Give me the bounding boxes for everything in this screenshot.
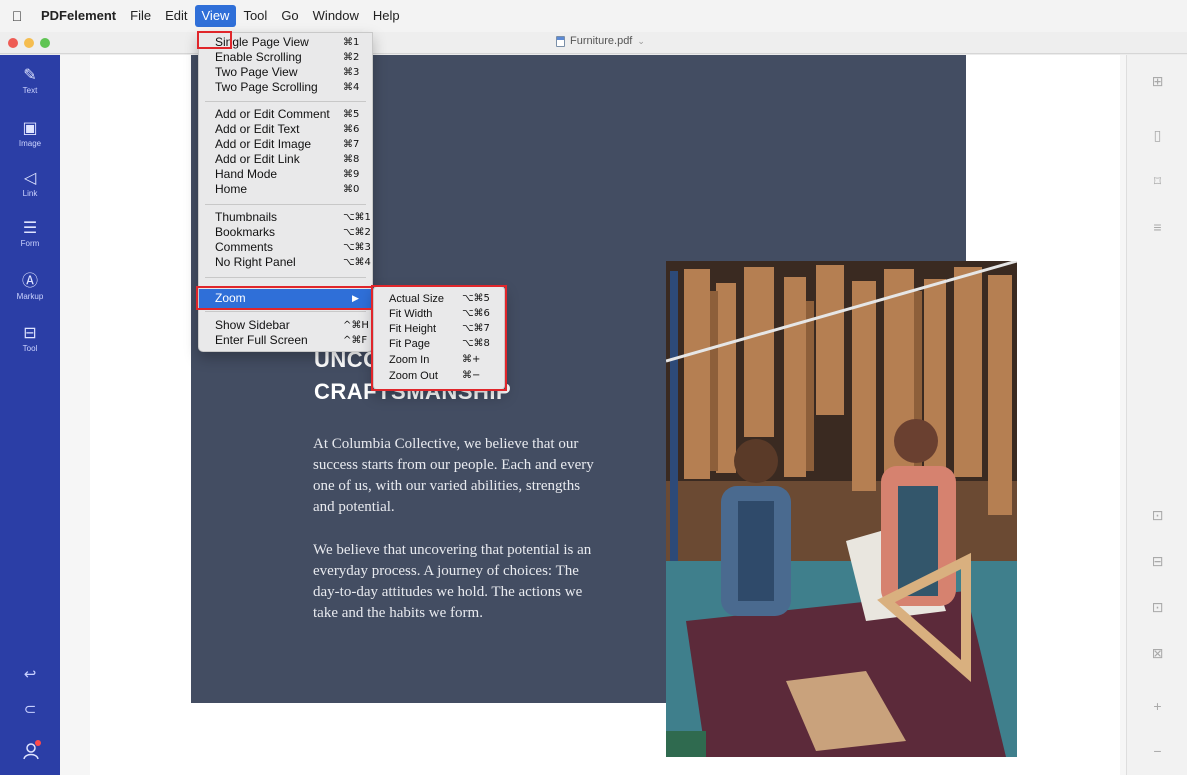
bookmark-icon[interactable]: ⌑ bbox=[1127, 173, 1187, 190]
menu-view[interactable]: View bbox=[194, 5, 237, 27]
chevron-down-icon: ⌄ bbox=[637, 35, 645, 46]
menu-two-page-scrolling[interactable]: Two Page Scrolling ⌘4 bbox=[199, 80, 372, 95]
menu-file[interactable]: File bbox=[123, 5, 158, 27]
menu-home[interactable]: Home ⌘0 bbox=[199, 182, 372, 197]
menu-bookmarks[interactable]: Bookmarks ⌥⌘2 bbox=[199, 225, 372, 240]
menu-single-page-view[interactable]: Single Page View ⌘1 bbox=[199, 35, 372, 50]
menu-add-edit-text[interactable]: Add or Edit Text ⌘6 bbox=[199, 122, 372, 137]
minimize-window-button[interactable] bbox=[24, 38, 34, 48]
menu-add-edit-link[interactable]: Add or Edit Link ⌘8 bbox=[199, 152, 372, 167]
page-icon[interactable]: ▯ bbox=[1127, 127, 1187, 144]
panel-icon-3[interactable]: ⊡ bbox=[1127, 599, 1187, 616]
menu-help[interactable]: Help bbox=[366, 5, 407, 27]
zoom-out[interactable]: Zoom Out ⌘− bbox=[374, 369, 504, 383]
tool-form[interactable]: ☰ Form bbox=[0, 220, 60, 248]
tool-link[interactable]: ◁ Link bbox=[0, 170, 60, 198]
body-paragraph-2: We believe that uncovering that potentia… bbox=[313, 542, 592, 621]
zoom-fit-height[interactable]: Fit Height ⌥⌘7 bbox=[374, 322, 504, 336]
tool-image[interactable]: ▣ Image bbox=[0, 120, 60, 148]
menu-show-sidebar[interactable]: Show Sidebar ^⌘H bbox=[199, 318, 372, 333]
tool-tool[interactable]: ⊟ Tool bbox=[0, 325, 60, 353]
view-menu-dropdown: Single Page View ⌘1 Enable Scrolling ⌘2 Tw… bbox=[198, 32, 373, 352]
undo-icon[interactable]: ↩ bbox=[0, 665, 60, 683]
apple-menu-icon[interactable]:  bbox=[0, 8, 34, 24]
document-title[interactable]: Furniture.pdf ⌄ bbox=[556, 35, 645, 47]
notification-badge bbox=[35, 740, 41, 746]
menu-two-page-view[interactable]: Two Page View ⌘3 bbox=[199, 65, 372, 80]
zoom-in[interactable]: Zoom In ⌘+ bbox=[374, 353, 504, 367]
menu-separator bbox=[205, 277, 366, 278]
link-icon: ◁ bbox=[23, 170, 37, 187]
menu-hand-mode[interactable]: Hand Mode ⌘9 bbox=[199, 167, 372, 182]
menu-separator bbox=[205, 311, 366, 312]
toolbox-icon: ⊟ bbox=[23, 325, 37, 342]
pdf-file-icon bbox=[556, 35, 565, 47]
menu-add-edit-image[interactable]: Add or Edit Image ⌘7 bbox=[199, 137, 372, 152]
close-window-button[interactable] bbox=[8, 38, 18, 48]
right-sidebar: ⊞ ▯ ⌑ ≡ ⊡ ⊟ ⊡ ⊠ + − bbox=[1126, 55, 1187, 775]
panel-icon-1[interactable]: ⊡ bbox=[1127, 507, 1187, 524]
panel-icon-4[interactable]: ⊠ bbox=[1127, 645, 1187, 662]
tool-text[interactable]: ✎ Text bbox=[0, 67, 60, 95]
menu-enable-scrolling[interactable]: Enable Scrolling ⌘2 bbox=[199, 50, 372, 65]
panel-icon-2[interactable]: ⊟ bbox=[1127, 553, 1187, 570]
menu-edit[interactable]: Edit bbox=[158, 5, 194, 27]
menu-add-edit-comment[interactable]: Add or Edit Comment ⌘5 bbox=[199, 107, 372, 122]
image-icon: ▣ bbox=[22, 120, 38, 137]
list-icon[interactable]: ≡ bbox=[1127, 219, 1187, 235]
thumbnails-icon[interactable]: ⊞ bbox=[1127, 73, 1187, 90]
window-controls bbox=[8, 38, 50, 48]
window-titlebar: Furniture.pdf ⌄ bbox=[0, 32, 1187, 54]
menu-bar:  PDFelement File Edit View Tool Go Wind… bbox=[0, 0, 1187, 32]
markup-icon: Ⓐ bbox=[21, 273, 38, 290]
app-menu[interactable]: PDFelement bbox=[34, 5, 123, 27]
zoom-window-button[interactable] bbox=[40, 38, 50, 48]
zoom-fit-page[interactable]: Fit Page ⌥⌘8 bbox=[374, 337, 504, 351]
menu-separator bbox=[205, 204, 366, 205]
document-title-text: Furniture.pdf bbox=[570, 35, 633, 47]
zoom-in-icon[interactable]: + bbox=[1127, 698, 1187, 714]
form-icon: ☰ bbox=[22, 220, 38, 237]
menu-separator bbox=[205, 101, 366, 102]
zoom-actual-size[interactable]: Actual Size ⌥⌘5 bbox=[374, 292, 504, 306]
pencil-icon: ✎ bbox=[23, 67, 37, 84]
menu-tool[interactable]: Tool bbox=[236, 5, 274, 27]
account-avatar[interactable] bbox=[22, 740, 41, 760]
menu-go[interactable]: Go bbox=[274, 5, 305, 27]
zoom-out-icon[interactable]: − bbox=[1127, 743, 1187, 759]
zoom-fit-width[interactable]: Fit Width ⌥⌘6 bbox=[374, 307, 504, 321]
menu-comments[interactable]: Comments ⌥⌘3 bbox=[199, 240, 372, 255]
menu-enter-full-screen[interactable]: Enter Full Screen ^⌘F bbox=[199, 333, 372, 348]
menu-zoom[interactable]: Zoom ▶ bbox=[199, 289, 372, 308]
tool-markup[interactable]: Ⓐ Markup bbox=[0, 273, 60, 301]
body-paragraph-1: At Columbia Collective, we believe that … bbox=[313, 436, 594, 515]
craftsmen-photo bbox=[666, 261, 1017, 757]
left-tool-sidebar: ✎ Text ▣ Image ◁ Link ☰ Form Ⓐ Markup ⊟ … bbox=[0, 55, 60, 775]
menu-window[interactable]: Window bbox=[306, 5, 366, 27]
menu-thumbnails[interactable]: Thumbnails ⌥⌘1 bbox=[199, 210, 372, 225]
menu-no-right-panel[interactable]: No Right Panel ⌥⌘4 bbox=[199, 255, 372, 270]
zoom-submenu: Actual Size ⌥⌘5 Fit Width ⌥⌘6 Fit Height ⌥⌘… bbox=[373, 286, 505, 390]
collapse-icon[interactable]: ⊂ bbox=[0, 700, 60, 718]
submenu-arrow-icon: ▶ bbox=[352, 293, 359, 303]
